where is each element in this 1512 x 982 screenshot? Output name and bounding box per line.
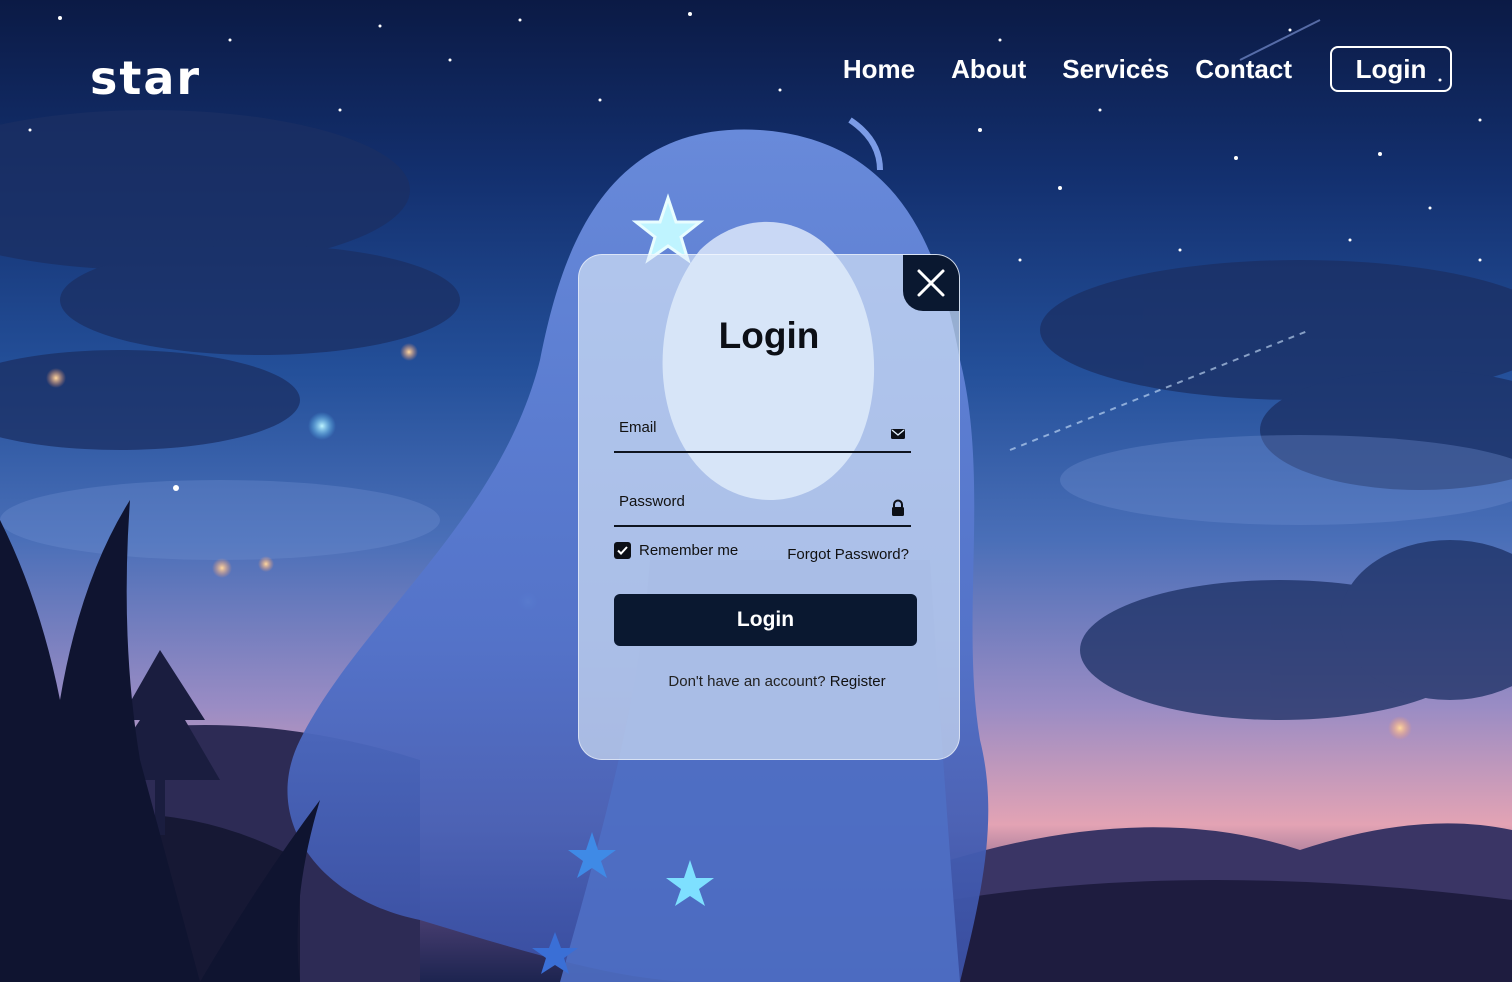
nav-login-button[interactable]: Login — [1330, 46, 1452, 92]
nav-link-home[interactable]: Home — [843, 45, 915, 93]
password-field-wrapper — [614, 479, 911, 527]
nav-link-services[interactable]: Services — [1062, 45, 1169, 93]
login-title: Login — [718, 315, 820, 356]
remember-me-checkbox[interactable] — [614, 542, 631, 559]
forgot-password-link[interactable]: Forgot Password? — [787, 546, 909, 563]
remember-me-label: Remember me — [639, 542, 739, 559]
nav-link-contact[interactable]: Contact — [1195, 45, 1292, 93]
close-button[interactable] — [903, 255, 959, 311]
password-input[interactable] — [614, 479, 879, 523]
remember-me[interactable]: Remember me — [614, 542, 738, 559]
register-prompt-text: Don't have an account? — [668, 673, 826, 690]
register-link[interactable]: Register — [830, 673, 886, 690]
close-icon — [917, 269, 945, 297]
register-prompt: Don't have an account? Register — [587, 673, 959, 690]
login-card: Login Remember me Forgot Password? — [578, 254, 960, 760]
login-submit-button[interactable]: Login — [614, 594, 917, 646]
brand-logo[interactable]: star — [90, 48, 201, 108]
nav-link-about[interactable]: About — [951, 45, 1026, 93]
mail-icon — [891, 429, 905, 439]
lock-icon — [892, 499, 904, 516]
check-icon — [617, 546, 628, 555]
email-input[interactable] — [614, 405, 879, 449]
email-field-wrapper — [614, 405, 911, 453]
top-nav: Home About Services Contact Login — [843, 45, 1452, 93]
page-background: star Home About Services Contact Login L… — [0, 0, 1512, 982]
